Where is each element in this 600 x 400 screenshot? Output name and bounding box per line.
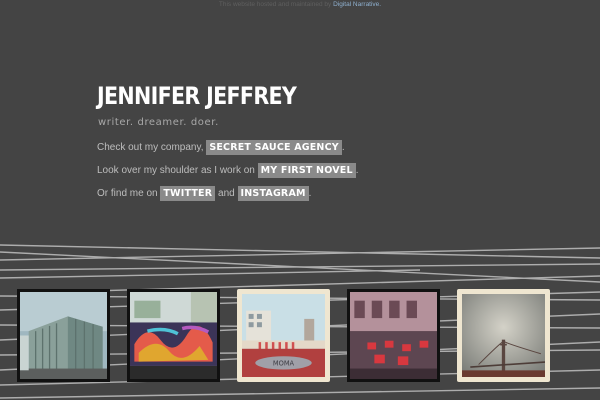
instagram-photo-2[interactable]: [127, 289, 220, 382]
graffiti-photo: [130, 292, 217, 379]
company-line-text: Check out my company,: [97, 142, 204, 153]
tagline: writer. dreamer. doer.: [98, 117, 219, 128]
social-line-and: and: [218, 188, 235, 199]
social-line-period: .: [308, 188, 312, 199]
page-title: JENNIFER JEFFREY: [97, 82, 297, 110]
instagram-photo-1[interactable]: [17, 289, 110, 382]
plaza-photo: MOMA: [242, 294, 325, 377]
novel-line: Look over my shoulder as I work on MY FI…: [97, 163, 359, 179]
instagram-photo-4[interactable]: [347, 289, 440, 382]
twitter-link[interactable]: TWITTER: [160, 186, 216, 201]
company-line-period: .: [341, 142, 345, 153]
building-photo: [20, 292, 107, 379]
hosting-credit: This website hosted and maintained by Di…: [0, 0, 600, 9]
social-line: Or find me on TWITTER and INSTAGRAM.: [97, 186, 311, 202]
instagram-link[interactable]: INSTAGRAM: [237, 186, 309, 201]
my-first-novel-link[interactable]: MY FIRST NOVEL: [257, 163, 356, 178]
instagram-photo-5[interactable]: [457, 289, 550, 382]
company-line: Check out my company, SECRET SAUCE AGENC…: [97, 140, 345, 156]
social-line-text: Or find me on: [97, 188, 158, 199]
bridge-photo: [462, 294, 545, 377]
instagram-photo-3[interactable]: MOMA: [237, 289, 330, 382]
digital-narrative-link[interactable]: Digital Narrative.: [333, 1, 381, 8]
novel-line-text: Look over my shoulder as I work on: [97, 165, 255, 176]
cafe-photo: [350, 292, 437, 379]
novel-line-period: .: [355, 165, 359, 176]
hero-section: JENNIFER JEFFREY writer. dreamer. doer. …: [97, 82, 517, 201]
hosting-credit-text: This website hosted and maintained by: [218, 1, 332, 8]
secret-sauce-agency-link[interactable]: SECRET SAUCE AGENCY: [206, 140, 342, 155]
svg-text:MOMA: MOMA: [273, 359, 295, 367]
